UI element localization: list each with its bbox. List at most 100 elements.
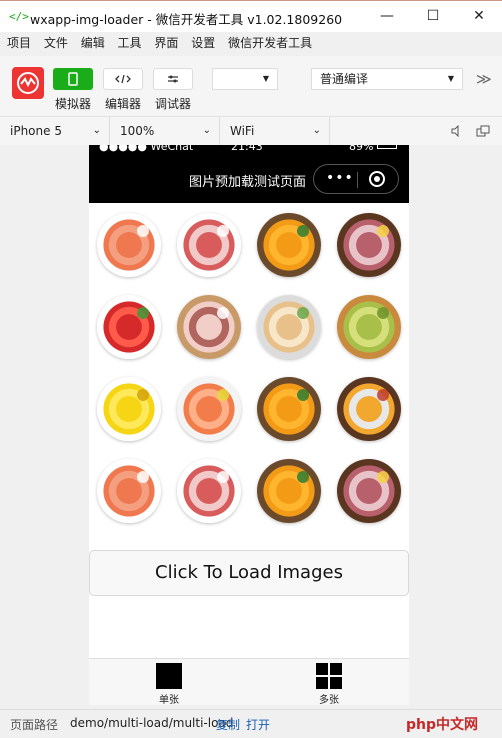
image-cell-bacon[interactable]	[169, 449, 249, 531]
image-cell-bacon[interactable]	[169, 203, 249, 285]
avatar[interactable]	[12, 67, 44, 99]
image-cell-shrimp[interactable]	[169, 367, 249, 449]
food-image	[337, 295, 401, 359]
food-garnish	[217, 307, 229, 319]
carrier-text: ●●●●● WeChat	[99, 145, 194, 153]
page-path-value: demo/multi-load/multi-load	[70, 716, 234, 730]
compile-select[interactable]: 普通编译 ▼	[311, 68, 463, 90]
single-square-icon	[156, 663, 182, 689]
menu-item-settings[interactable]: 设置	[191, 32, 215, 54]
copy-path-link[interactable]: 复制	[216, 716, 240, 733]
menu-item-tools[interactable]: 工具	[118, 32, 142, 54]
food-image	[97, 459, 161, 523]
caret-down-icon: ▼	[447, 74, 454, 83]
image-cell-drinks[interactable]	[329, 367, 409, 449]
open-path-link[interactable]: 打开	[246, 716, 270, 733]
navigation-bar: 图片预加载测试页面 •••	[89, 155, 409, 203]
food-garnish	[217, 225, 229, 237]
battery-icon	[377, 145, 397, 149]
menu-item-file[interactable]: 文件	[44, 32, 68, 54]
food-image	[257, 295, 321, 359]
food-image	[177, 213, 241, 277]
food-image	[337, 213, 401, 277]
menu-item-wechat-devtools[interactable]: 微信开发者工具	[228, 32, 312, 54]
phone-simulator: ●●●●● WeChat 21:43 89% 图片预加载测试页面 ••• Cli…	[89, 145, 409, 705]
image-cell-ham[interactable]	[329, 449, 409, 531]
caret-down-icon: ▼	[262, 74, 269, 83]
food-garnish	[137, 389, 149, 401]
close-target-icon[interactable]	[369, 171, 385, 187]
image-cell-salmon[interactable]	[89, 449, 169, 531]
grid-squares-icon	[316, 663, 342, 689]
window-titlebar: </> wxapp-img-loader - 微信开发者工具 v1.02.180…	[0, 0, 502, 32]
image-cell-ham[interactable]	[329, 203, 409, 285]
food-garnish	[137, 471, 149, 483]
simulator-left-margin	[0, 145, 89, 705]
image-cell-apples[interactable]	[89, 285, 169, 367]
mode-select[interactable]: ▼	[212, 68, 278, 90]
food-garnish	[377, 225, 389, 237]
chevron-down-icon: ⌄	[312, 125, 321, 136]
device-select[interactable]: iPhone 5 ⌄	[0, 117, 110, 145]
image-cell-oranges[interactable]	[249, 203, 329, 285]
compile-select-value: 普通编译	[320, 72, 369, 86]
image-cell-salmon[interactable]	[89, 203, 169, 285]
food-image	[177, 377, 241, 441]
status-bar: ●●●●● WeChat 21:43 89%	[89, 145, 409, 155]
capsule-divider	[357, 172, 358, 188]
image-cell-oranges[interactable]	[249, 449, 329, 531]
load-images-button[interactable]: Click To Load Images	[89, 550, 409, 596]
simulator-right-margin	[409, 145, 502, 705]
menu-capsule: •••	[313, 164, 399, 194]
battery-text: 89%	[349, 145, 374, 153]
detach-window-icon[interactable]	[476, 125, 490, 137]
food-image	[257, 377, 321, 441]
food-garnish	[137, 225, 149, 237]
zoom-select-value: 100%	[120, 124, 155, 138]
tab-multi[interactable]: 多张	[249, 659, 409, 705]
sliders-icon	[168, 75, 178, 83]
food-image	[97, 295, 161, 359]
watermark-logo: php中文网	[406, 717, 479, 733]
food-garnish	[377, 389, 389, 401]
food-image	[257, 213, 321, 277]
volume-icon[interactable]	[450, 125, 462, 137]
minimize-button[interactable]: —	[364, 1, 410, 32]
network-select[interactable]: WiFi ⌄	[220, 117, 330, 145]
food-garnish	[377, 307, 389, 319]
simulator-button[interactable]	[53, 68, 93, 90]
image-cell-oranges[interactable]	[249, 367, 329, 449]
menu-item-edit[interactable]: 编辑	[81, 32, 105, 54]
food-garnish	[297, 225, 309, 237]
window-title: wxapp-img-loader - 微信开发者工具 v1.02.1809260	[30, 12, 343, 27]
chevron-down-icon: ⌄	[202, 125, 211, 136]
menu-item-project[interactable]: 项目	[7, 32, 31, 54]
image-cell-pork[interactable]	[169, 285, 249, 367]
food-garnish	[297, 471, 309, 483]
phone-icon	[68, 72, 78, 86]
tab-single[interactable]: 单张	[89, 659, 249, 705]
tab-multi-label: 多张	[319, 695, 339, 705]
food-garnish	[297, 307, 309, 319]
food-image	[257, 459, 321, 523]
food-image	[337, 377, 401, 441]
zoom-select[interactable]: 100% ⌄	[110, 117, 220, 145]
page-title: 图片预加载测试页面	[189, 175, 307, 190]
editor-label: 编辑器	[105, 97, 142, 111]
code-icon	[115, 74, 131, 84]
tab-single-label: 单张	[159, 695, 179, 705]
clock-text: 21:43	[231, 145, 263, 153]
menu-item-interface[interactable]: 界面	[154, 32, 178, 54]
image-cell-fish[interactable]	[249, 285, 329, 367]
maximize-button[interactable]: ☐	[410, 1, 456, 32]
more-dots-icon[interactable]: •••	[326, 170, 354, 186]
image-cell-pears[interactable]	[329, 285, 409, 367]
food-garnish	[217, 471, 229, 483]
close-button[interactable]: ✕	[456, 1, 502, 32]
image-cell-lemons[interactable]	[89, 367, 169, 449]
editor-button[interactable]	[103, 68, 143, 90]
code-brackets-icon: </>	[9, 10, 29, 23]
debugger-button[interactable]	[153, 68, 193, 90]
device-bar: iPhone 5 ⌄ 100% ⌄ WiFi ⌄	[0, 117, 502, 146]
more-chevron-icon[interactable]: ≫	[476, 70, 492, 88]
